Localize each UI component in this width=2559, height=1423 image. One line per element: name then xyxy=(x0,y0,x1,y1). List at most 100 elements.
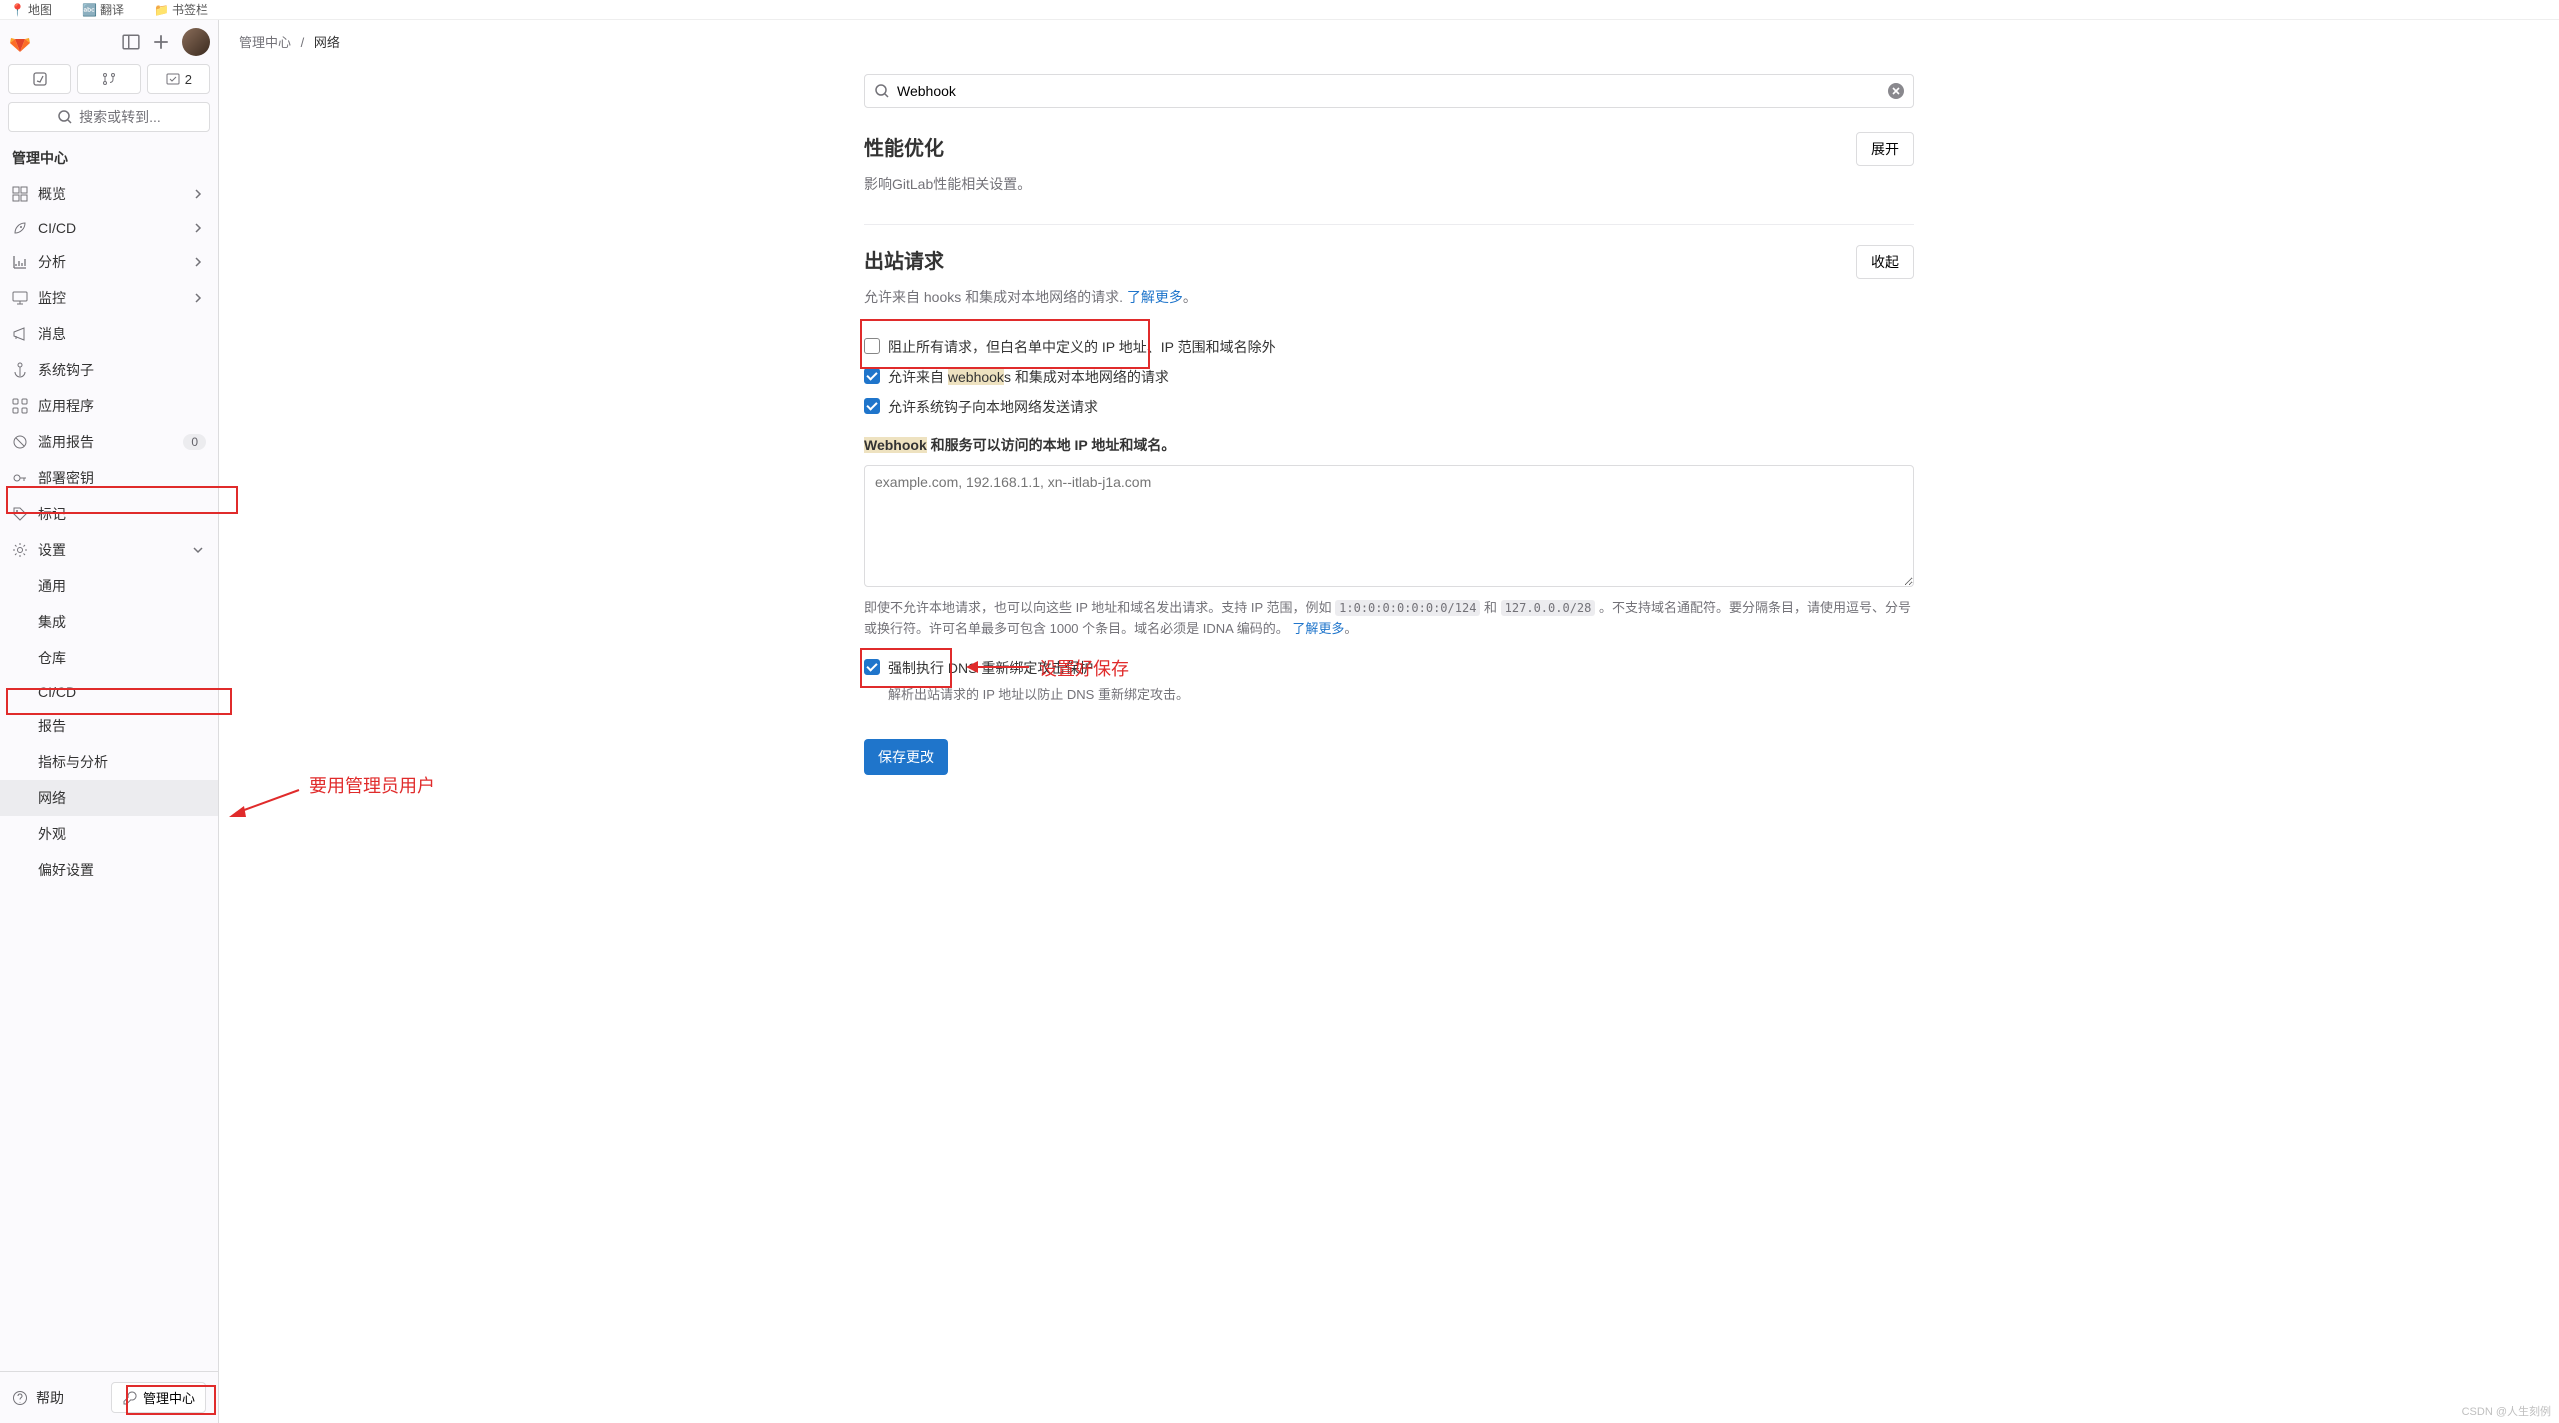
breadcrumb: 管理中心 / 网络 xyxy=(219,20,2559,64)
checkbox-label: 阻止所有请求，但白名单中定义的 IP 地址、IP 范围和域名除外 xyxy=(888,337,1276,357)
section-title: 出站请求 xyxy=(864,245,944,274)
sub-repo[interactable]: 仓库 xyxy=(0,640,218,676)
merge-icon xyxy=(101,71,117,87)
abuse-icon xyxy=(12,434,28,450)
nav-apps[interactable]: 应用程序 xyxy=(0,388,218,424)
mr-shortcut[interactable] xyxy=(77,64,140,94)
chevron-right-icon xyxy=(190,186,206,202)
expand-button[interactable]: 展开 xyxy=(1856,132,1914,166)
sub-reports[interactable]: 报告 xyxy=(0,708,218,744)
sub-metrics[interactable]: 指标与分析 xyxy=(0,744,218,780)
section-performance: 性能优化 展开 xyxy=(864,132,1914,166)
nav-analytics[interactable]: 分析 xyxy=(0,244,218,280)
clear-icon[interactable] xyxy=(1888,83,1904,99)
breadcrumb-current: 网络 xyxy=(314,35,340,50)
checkbox[interactable] xyxy=(864,368,880,384)
sidebar-bottom: 帮助 管理中心 xyxy=(0,1371,218,1423)
annotation-text-admin: 要用管理员用户 xyxy=(309,772,435,798)
section-desc: 允许来自 hooks 和集成对本地网络的请求. 了解更多。 xyxy=(864,287,1914,307)
wrench-icon xyxy=(122,1390,138,1406)
apps-icon xyxy=(12,398,28,414)
arrow-annotation xyxy=(224,785,304,825)
bookmark-translate[interactable]: 🔤翻译 xyxy=(82,1,124,18)
settings-search xyxy=(864,74,1914,108)
sub-appearance[interactable]: 外观 xyxy=(0,816,218,852)
checkbox[interactable] xyxy=(864,398,880,414)
sub-preferences[interactable]: 偏好设置 xyxy=(0,852,218,888)
nav-deploy-keys[interactable]: 部署密钥 xyxy=(0,460,218,496)
rocket-icon xyxy=(12,220,28,236)
anchor-icon xyxy=(12,362,28,378)
chevron-right-icon xyxy=(190,220,206,236)
issues-shortcut[interactable] xyxy=(8,64,71,94)
option-block-all: 阻止所有请求，但白名单中定义的 IP 地址、IP 范围和域名除外 xyxy=(864,337,1914,357)
search-box[interactable]: 搜索或转到... xyxy=(8,102,210,132)
admin-center-button[interactable]: 管理中心 xyxy=(111,1382,206,1413)
chevron-right-icon xyxy=(190,254,206,270)
todo-shortcut[interactable]: 2 xyxy=(147,64,210,94)
overview-icon xyxy=(12,186,28,202)
settings-search-input[interactable] xyxy=(864,74,1914,108)
abuse-badge: 0 xyxy=(183,434,206,450)
highlight: webhook xyxy=(948,369,1004,385)
checkbox[interactable] xyxy=(864,659,880,675)
chevron-right-icon xyxy=(190,290,206,306)
option-allow-system-hooks: 允许系统钩子向本地网络发送请求 xyxy=(864,397,1914,417)
option-dns-rebinding: 强制执行 DNS 重新绑定攻击保护 xyxy=(864,658,1914,678)
learn-more-link[interactable]: 了解更多 xyxy=(1127,289,1183,305)
checkbox[interactable] xyxy=(864,338,880,354)
section-desc: 影响GitLab性能相关设置。 xyxy=(864,174,1914,194)
dns-desc: 解析出站请求的 IP 地址以防止 DNS 重新绑定攻击。 xyxy=(888,684,1914,703)
issue-icon xyxy=(32,71,48,87)
nav-cicd[interactable]: CI/CD xyxy=(0,212,218,244)
nav-abuse[interactable]: 滥用报告0 xyxy=(0,424,218,460)
bookmark-folder[interactable]: 📁书签栏 xyxy=(154,1,208,18)
browser-bookmark-bar: 📍地图 🔤翻译 📁书签栏 xyxy=(0,0,2559,20)
section-title: 性能优化 xyxy=(864,132,944,161)
sub-general[interactable]: 通用 xyxy=(0,568,218,604)
checkbox-label: 允许来自 webhooks 和集成对本地网络的请求 xyxy=(888,367,1169,387)
sub-network[interactable]: 网络 xyxy=(0,780,218,816)
help-link[interactable]: 帮助 xyxy=(12,1388,64,1408)
sidebar: 2 搜索或转到... 管理中心 概览 CI/CD 分析 监控 消息 系统钩子 应… xyxy=(0,20,219,1423)
nav-overview[interactable]: 概览 xyxy=(0,176,218,212)
collapse-button[interactable]: 收起 xyxy=(1856,245,1914,279)
divider xyxy=(864,224,1914,225)
nav-hooks[interactable]: 系统钩子 xyxy=(0,352,218,388)
breadcrumb-admin[interactable]: 管理中心 xyxy=(239,35,291,50)
panel-icon[interactable] xyxy=(122,33,140,51)
helper-text: 即使不允许本地请求，也可以向这些 IP 地址和域名发出请求。支持 IP 范围，例… xyxy=(864,598,1914,640)
search-icon xyxy=(57,109,73,125)
help-icon xyxy=(12,1390,28,1406)
sidebar-section-title: 管理中心 xyxy=(0,140,218,176)
sub-cicd[interactable]: CI/CD xyxy=(0,676,218,708)
learn-more-link[interactable]: 了解更多 xyxy=(1292,621,1344,636)
bookmark-map[interactable]: 📍地图 xyxy=(10,1,52,18)
nav-monitoring[interactable]: 监控 xyxy=(0,280,218,316)
sidebar-top xyxy=(0,20,218,64)
search-icon xyxy=(874,83,890,99)
gear-icon xyxy=(12,542,28,558)
field-label: Webhook 和服务可以访问的本地 IP 地址和域名。 xyxy=(864,435,1914,455)
sidebar-nav: 概览 CI/CD 分析 监控 消息 系统钩子 应用程序 滥用报告0 部署密钥 标… xyxy=(0,176,218,1371)
nav-settings[interactable]: 设置 xyxy=(0,532,218,568)
avatar[interactable] xyxy=(182,28,210,56)
search-placeholder: 搜索或转到... xyxy=(79,107,161,127)
checkbox-label: 允许系统钩子向本地网络发送请求 xyxy=(888,397,1098,417)
watermark: CSDN @人生刻例 xyxy=(2462,1403,2551,1419)
chart-icon xyxy=(12,254,28,270)
plus-icon[interactable] xyxy=(152,33,170,51)
section-outbound: 出站请求 收起 xyxy=(864,245,1914,279)
nav-messages[interactable]: 消息 xyxy=(0,316,218,352)
megaphone-icon xyxy=(12,326,28,342)
main-content: 管理中心 / 网络 性能优化 展开 影响GitLab性能相关设置。 出站请求 收… xyxy=(219,20,2559,1423)
todo-icon xyxy=(165,71,181,87)
chevron-down-icon xyxy=(190,542,206,558)
save-button[interactable]: 保存更改 xyxy=(864,739,948,775)
tag-icon xyxy=(12,506,28,522)
allowlist-textarea[interactable] xyxy=(864,465,1914,587)
nav-labels[interactable]: 标记 xyxy=(0,496,218,532)
gitlab-logo[interactable] xyxy=(8,30,32,54)
option-allow-webhooks: 允许来自 webhooks 和集成对本地网络的请求 xyxy=(864,367,1914,387)
sub-integrations[interactable]: 集成 xyxy=(0,604,218,640)
